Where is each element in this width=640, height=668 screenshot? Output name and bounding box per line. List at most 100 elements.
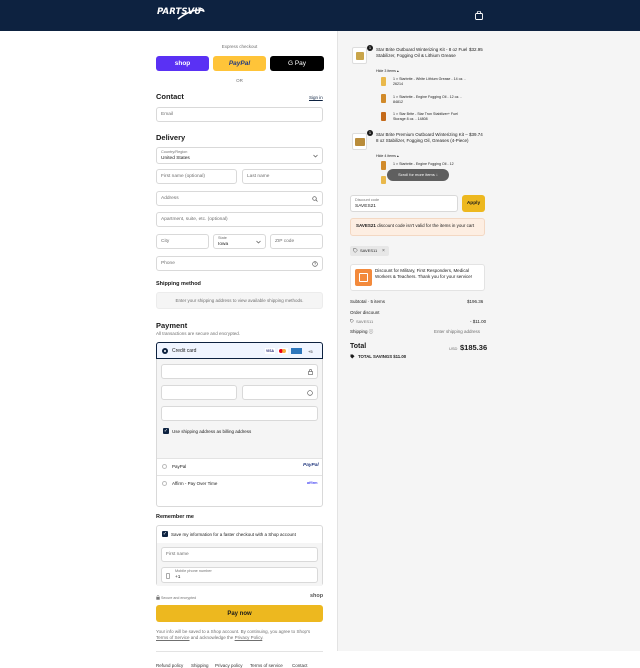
last-name-field[interactable]: Last name: [242, 169, 323, 184]
product-thumbnail: [352, 133, 367, 150]
item-title: Star Brite Outboard Winterizing Kit - 8 …: [376, 47, 468, 58]
remember-me-box: ✓ Save my information for a faster check…: [156, 525, 323, 586]
shop-pay-button[interactable]: shop: [156, 56, 209, 71]
country-select[interactable]: Country/Region United States: [156, 147, 323, 164]
paypal-button[interactable]: PayPal: [213, 56, 266, 71]
lock-icon: [156, 595, 160, 600]
affirm-option[interactable]: Affirm - Pay Over Time affirm: [157, 476, 322, 492]
affirm-logo: affirm: [307, 481, 318, 485]
first-name-field[interactable]: First name (optional): [156, 169, 237, 184]
paypal-label: PayPal: [172, 464, 187, 469]
refund-policy-link[interactable]: Refund policy: [156, 663, 183, 668]
discount-tag: SAVES11 ×: [350, 246, 389, 256]
billing-same-checkbox[interactable]: ✓: [163, 428, 169, 434]
credit-card-radio[interactable]: [162, 348, 168, 354]
mastercard-icon: [278, 348, 288, 354]
credit-card-label: Credit card: [172, 348, 197, 354]
visa-icon: VISA: [265, 348, 275, 354]
total-savings: TOTAL SAVINGS $11.00: [358, 354, 407, 359]
lock-icon: [308, 369, 313, 375]
zip-field[interactable]: ZIP code: [270, 234, 323, 249]
order-summary: 1 Star Brite Outboard Winterizing Kit - …: [337, 31, 640, 651]
sign-in-link[interactable]: Sign in: [309, 95, 323, 100]
discount-amount: - $11.00: [470, 319, 487, 324]
shipping-method-heading: Shipping method: [156, 281, 201, 287]
total-label: Total: [350, 343, 367, 350]
promo-banner: Discount for Military, First Responders,…: [350, 264, 485, 291]
city-field[interactable]: City: [156, 234, 209, 249]
remove-tag-icon[interactable]: ×: [382, 248, 385, 254]
applied-discount-code: SAVES11: [356, 319, 374, 324]
item-title: Star Brite Premium Outboard Winterizing …: [376, 132, 469, 143]
help-icon[interactable]: [312, 261, 318, 267]
affirm-label: Affirm - Pay Over Time: [172, 481, 218, 486]
paypal-radio[interactable]: [162, 464, 167, 469]
expiration-field[interactable]: [161, 385, 237, 400]
sub-item-thumbnail: [381, 112, 386, 121]
hide-items-toggle[interactable]: Hide 3 items ▴: [376, 69, 399, 73]
more-cards-count: +5: [308, 349, 313, 354]
paypal-logo: PayPal: [303, 463, 319, 468]
phone-field[interactable]: Phone: [156, 256, 323, 271]
address-field[interactable]: Address: [156, 191, 323, 206]
chevron-down-icon: [313, 154, 318, 158]
affirm-radio[interactable]: [162, 481, 167, 486]
contact-link[interactable]: Contact: [292, 663, 308, 668]
shipping-method-box: Enter your shipping address to view avai…: [156, 292, 323, 309]
product-thumbnail: [352, 47, 367, 64]
shop-logo: shop: [310, 593, 324, 599]
secure-note: Secure and encrypted: [161, 596, 197, 600]
sub-item-thumbnail: [381, 161, 386, 170]
payment-heading: Payment: [156, 321, 188, 330]
item-price: $32.95: [469, 47, 483, 52]
credit-card-option[interactable]: Credit card VISA +5: [156, 342, 323, 359]
card-number-field[interactable]: [161, 364, 318, 379]
phone-icon: [166, 573, 170, 579]
privacy-link[interactable]: Privacy Policy: [235, 635, 263, 640]
terms-of-service-link[interactable]: Terms of service: [250, 663, 283, 668]
sub-item-thumbnail: [381, 77, 386, 86]
order-discount-label: Order discount: [350, 310, 380, 315]
name-on-card-field[interactable]: [161, 406, 318, 421]
discount-code-field[interactable]: Discount code SAVES21: [350, 195, 458, 212]
subtotal-value: $196.36: [467, 299, 484, 304]
security-code-field[interactable]: [242, 385, 318, 400]
sub-item: 1 × Starbrite - Engine Fogging Oil - 12: [393, 162, 454, 166]
payment-note: All transactions are secure and encrypte…: [156, 331, 241, 336]
legal-text: Your info will be saved to a Shop accoun…: [156, 629, 311, 640]
checkout-form: Express checkout shop PayPal G Pay OR Co…: [0, 31, 337, 668]
discount-error: SAVES21 discount code isn't valid for th…: [350, 218, 485, 236]
save-info-checkbox[interactable]: ✓: [162, 531, 168, 537]
email-field[interactable]: Email: [156, 107, 323, 122]
terms-link[interactable]: Terms of Service: [156, 635, 190, 640]
pay-now-button[interactable]: Pay now: [156, 605, 323, 622]
remember-first-name-field[interactable]: First name: [161, 547, 318, 562]
save-info-label: Save my information for a faster checkou…: [171, 532, 296, 537]
state-select[interactable]: State Iowa: [213, 234, 266, 249]
top-header: PARTSVU: [0, 0, 640, 31]
item-price: $39.74: [469, 132, 483, 137]
sub-item: 1 × Starbrite - White Lithium Grease - 1…: [393, 77, 466, 86]
or-divider: OR: [236, 78, 243, 83]
shipping-link[interactable]: Shipping: [191, 663, 209, 668]
military-badge-icon: [355, 269, 372, 286]
logo-swoosh-icon: [177, 7, 205, 20]
sub-item: 1 × Star Brite - Star Tron Stabilizer+ F…: [393, 112, 458, 121]
contact-heading: Contact: [156, 92, 184, 101]
delivery-heading: Delivery: [156, 133, 186, 142]
quantity-badge: 1: [367, 45, 373, 51]
mobile-phone-field[interactable]: Mobile phone number +1: [161, 567, 318, 583]
hide-items-toggle[interactable]: Hide 4 items ▴: [376, 154, 399, 158]
privacy-policy-link[interactable]: Privacy policy: [215, 663, 243, 668]
help-icon[interactable]: [307, 390, 313, 396]
apartment-field[interactable]: Apartment, suite, etc. (optional): [156, 212, 323, 227]
total-value: $185.36: [460, 343, 488, 352]
scroll-hint[interactable]: Scroll for more items ↓: [387, 169, 449, 181]
paypal-option[interactable]: PayPal PayPal: [157, 459, 322, 475]
shopping-bag-icon[interactable]: [475, 11, 483, 20]
apply-discount-button[interactable]: Apply: [462, 195, 485, 212]
shipping-value: Enter shipping address: [434, 329, 481, 334]
google-pay-button[interactable]: G Pay: [270, 56, 324, 71]
remember-me-heading: Remember me: [156, 514, 194, 520]
chevron-down-icon: [256, 240, 261, 244]
